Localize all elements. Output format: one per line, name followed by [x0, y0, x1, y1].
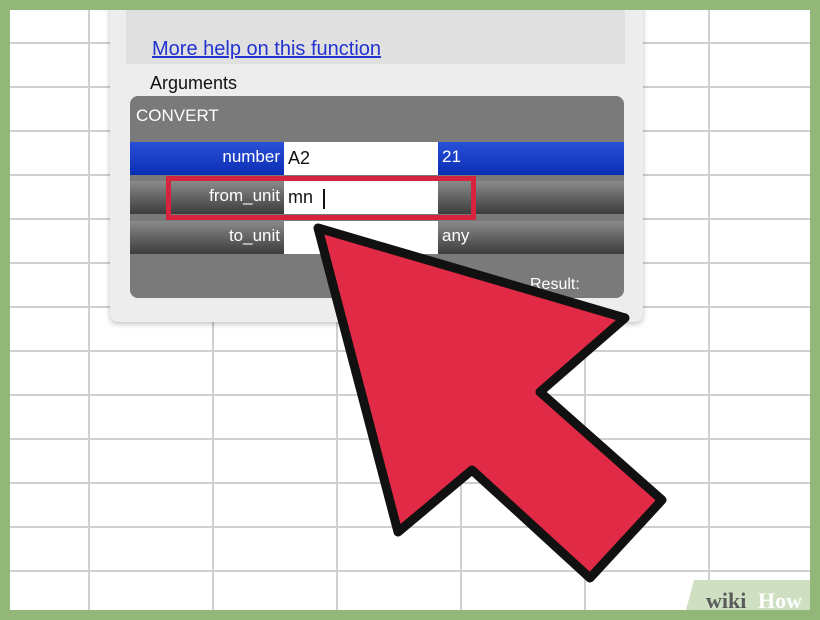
function-name: CONVERT	[136, 106, 219, 125]
watermark-how: How	[758, 588, 802, 613]
to-unit-input[interactable]	[284, 221, 438, 254]
argument-row-to-unit[interactable]: to_unit any	[130, 221, 624, 254]
result-label: Result:	[530, 276, 580, 293]
argument-row-number[interactable]: number A2 21	[130, 142, 624, 175]
arguments-heading: Arguments	[150, 73, 238, 93]
argument-label-number: number	[222, 147, 280, 166]
formula-builder-dialog: More help on this function Arguments CON…	[110, 0, 643, 322]
from-unit-input[interactable]: mn	[284, 181, 438, 214]
wikihow-watermark: wiki How	[664, 580, 820, 620]
argument-row-from-unit[interactable]: from_unit mn	[130, 181, 624, 214]
argument-label-from-unit: from_unit	[209, 186, 280, 205]
function-help-area: More help on this function	[126, 0, 625, 64]
argument-value-to-unit: any	[442, 226, 470, 245]
watermark-wiki: wiki	[706, 588, 747, 613]
function-arguments-panel: CONVERT number A2 21 from_unit mn to_uni…	[130, 96, 624, 298]
screenshot-frame: More help on this function Arguments CON…	[0, 0, 820, 620]
number-input[interactable]: A2	[284, 142, 438, 175]
text-cursor	[323, 189, 325, 209]
more-help-link[interactable]: More help on this function	[152, 38, 381, 61]
argument-label-to-unit: to_unit	[228, 226, 280, 245]
argument-value-number: 21	[442, 147, 461, 166]
